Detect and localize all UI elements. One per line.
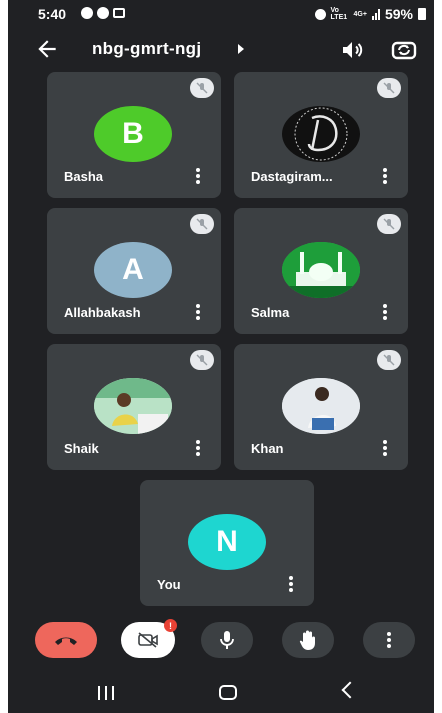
notification-icon	[81, 7, 93, 19]
microphone-icon	[220, 631, 234, 649]
alarm-icon	[314, 8, 326, 20]
raise-hand-button[interactable]	[282, 622, 334, 658]
more-vert-icon	[387, 632, 391, 648]
signal-icon	[371, 8, 380, 20]
mic-muted-icon	[377, 350, 401, 370]
meet-call-screen: 5:40 Vo LTE1 4G+ 59% nbg-gmrt-ngj B Bash…	[8, 0, 434, 713]
status-time: 5:40	[38, 6, 67, 22]
mic-muted-icon	[377, 78, 401, 98]
camera-alert-badge: !	[164, 619, 177, 632]
participant-name: Shaik	[64, 441, 99, 456]
profile-photo-icon	[94, 378, 172, 434]
participant-more-icon[interactable]	[196, 304, 200, 320]
call-controls: !	[8, 612, 434, 668]
speaker-icon[interactable]	[340, 38, 364, 62]
back-arrow-icon[interactable]	[34, 36, 60, 62]
avatar: B	[94, 106, 172, 162]
avatar	[282, 242, 360, 298]
avatar	[282, 106, 360, 162]
avatar: A	[94, 242, 172, 298]
mic-muted-icon	[190, 78, 214, 98]
camera-off-icon	[138, 632, 158, 648]
camera-toggle-button[interactable]: !	[121, 619, 177, 658]
avatar: N	[188, 514, 266, 570]
mosque-photo-icon	[282, 242, 360, 298]
monogram-d-icon	[294, 107, 348, 161]
switch-camera-icon[interactable]	[390, 36, 418, 64]
participant-name: Basha	[64, 169, 104, 184]
system-nav-bar	[8, 672, 434, 713]
participant-tile[interactable]: Shaik	[47, 344, 221, 470]
recents-icon[interactable]	[98, 686, 114, 700]
self-tile[interactable]: N You	[140, 480, 314, 606]
participant-name: Khan	[251, 441, 284, 456]
profile-photo-icon	[282, 378, 360, 434]
end-call-button[interactable]	[35, 622, 97, 658]
status-right: Vo LTE1 4G+ 59%	[314, 6, 426, 22]
avatar	[282, 378, 360, 434]
notification-icon	[97, 7, 109, 19]
participant-tile[interactable]: A Allahbakash	[47, 208, 221, 334]
mic-muted-icon	[377, 214, 401, 234]
participant-name: Allahbakash	[64, 305, 141, 320]
notification-icons	[81, 7, 125, 19]
avatar	[94, 378, 172, 434]
participant-more-icon[interactable]	[289, 576, 293, 592]
participant-more-icon[interactable]	[383, 304, 387, 320]
participant-name: Dastagiram...	[251, 169, 333, 184]
meeting-details-caret-icon[interactable]	[238, 44, 244, 54]
home-icon[interactable]	[219, 685, 237, 700]
end-call-icon	[55, 637, 77, 645]
participant-more-icon[interactable]	[383, 440, 387, 456]
participant-tile[interactable]: Dastagiram...	[234, 72, 408, 198]
participant-name: You	[157, 577, 181, 592]
meeting-code[interactable]: nbg-gmrt-ngj	[92, 39, 201, 59]
participant-more-icon[interactable]	[196, 168, 200, 184]
participant-tile[interactable]: Khan	[234, 344, 408, 470]
battery-percent: 59%	[384, 6, 413, 22]
mic-muted-icon	[190, 214, 214, 234]
participant-name: Salma	[251, 305, 290, 320]
call-header: nbg-gmrt-ngj	[8, 30, 434, 70]
participant-more-icon[interactable]	[196, 440, 200, 456]
participant-tile[interactable]: B Basha	[47, 72, 221, 198]
participant-tile[interactable]: Salma	[234, 208, 408, 334]
mic-muted-icon	[190, 350, 214, 370]
back-nav-icon[interactable]	[341, 681, 359, 699]
more-options-button[interactable]	[363, 622, 415, 658]
network-type: 4G+	[353, 10, 367, 18]
battery-icon	[418, 8, 426, 20]
status-bar: 5:40 Vo LTE1 4G+ 59%	[8, 0, 434, 28]
microphone-button[interactable]	[201, 622, 253, 658]
participant-more-icon[interactable]	[383, 168, 387, 184]
hand-icon	[299, 630, 315, 650]
video-recording-icon	[113, 8, 125, 18]
network-label: Vo LTE1	[330, 7, 348, 21]
